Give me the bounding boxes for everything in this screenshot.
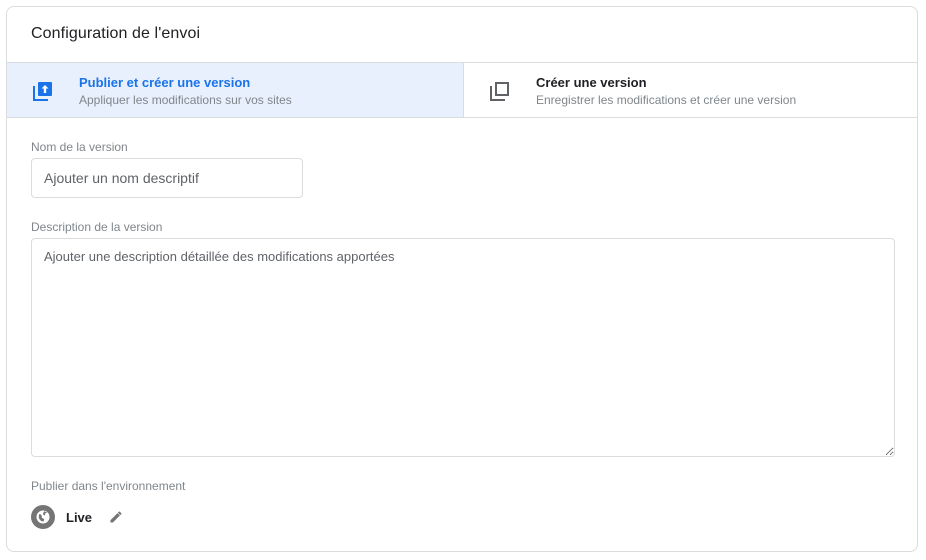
environment-label: Publier dans l'environnement (31, 479, 186, 493)
version-description-textarea[interactable] (31, 238, 895, 457)
tab-subtitle: Enregistrer les modifications et créer u… (536, 93, 797, 107)
tab-publish-and-create-version[interactable]: Publier et créer une version Appliquer l… (7, 63, 463, 117)
tab-create-version[interactable]: Créer une version Enregistrer les modifi… (463, 63, 917, 117)
publish-icon (33, 82, 52, 101)
tab-title: Publier et créer une version (79, 75, 251, 90)
tab-title: Créer une version (536, 75, 647, 90)
tab-subtitle: Appliquer les modifications sur vos site… (79, 93, 292, 107)
submission-type-tabs: Publier et créer une version Appliquer l… (7, 62, 917, 118)
version-name-label: Nom de la version (31, 140, 128, 154)
version-description-label: Description de la version (31, 220, 163, 234)
pencil-icon[interactable] (108, 509, 124, 525)
environment-row: Live (31, 505, 124, 529)
card-title: Configuration de l'envoi (31, 25, 201, 42)
globe-icon (31, 505, 55, 529)
submission-config-card: Configuration de l'envoi Publier et crée… (6, 6, 918, 552)
environment-name: Live (66, 509, 93, 525)
version-name-input[interactable] (31, 158, 303, 198)
version-icon (490, 82, 509, 101)
